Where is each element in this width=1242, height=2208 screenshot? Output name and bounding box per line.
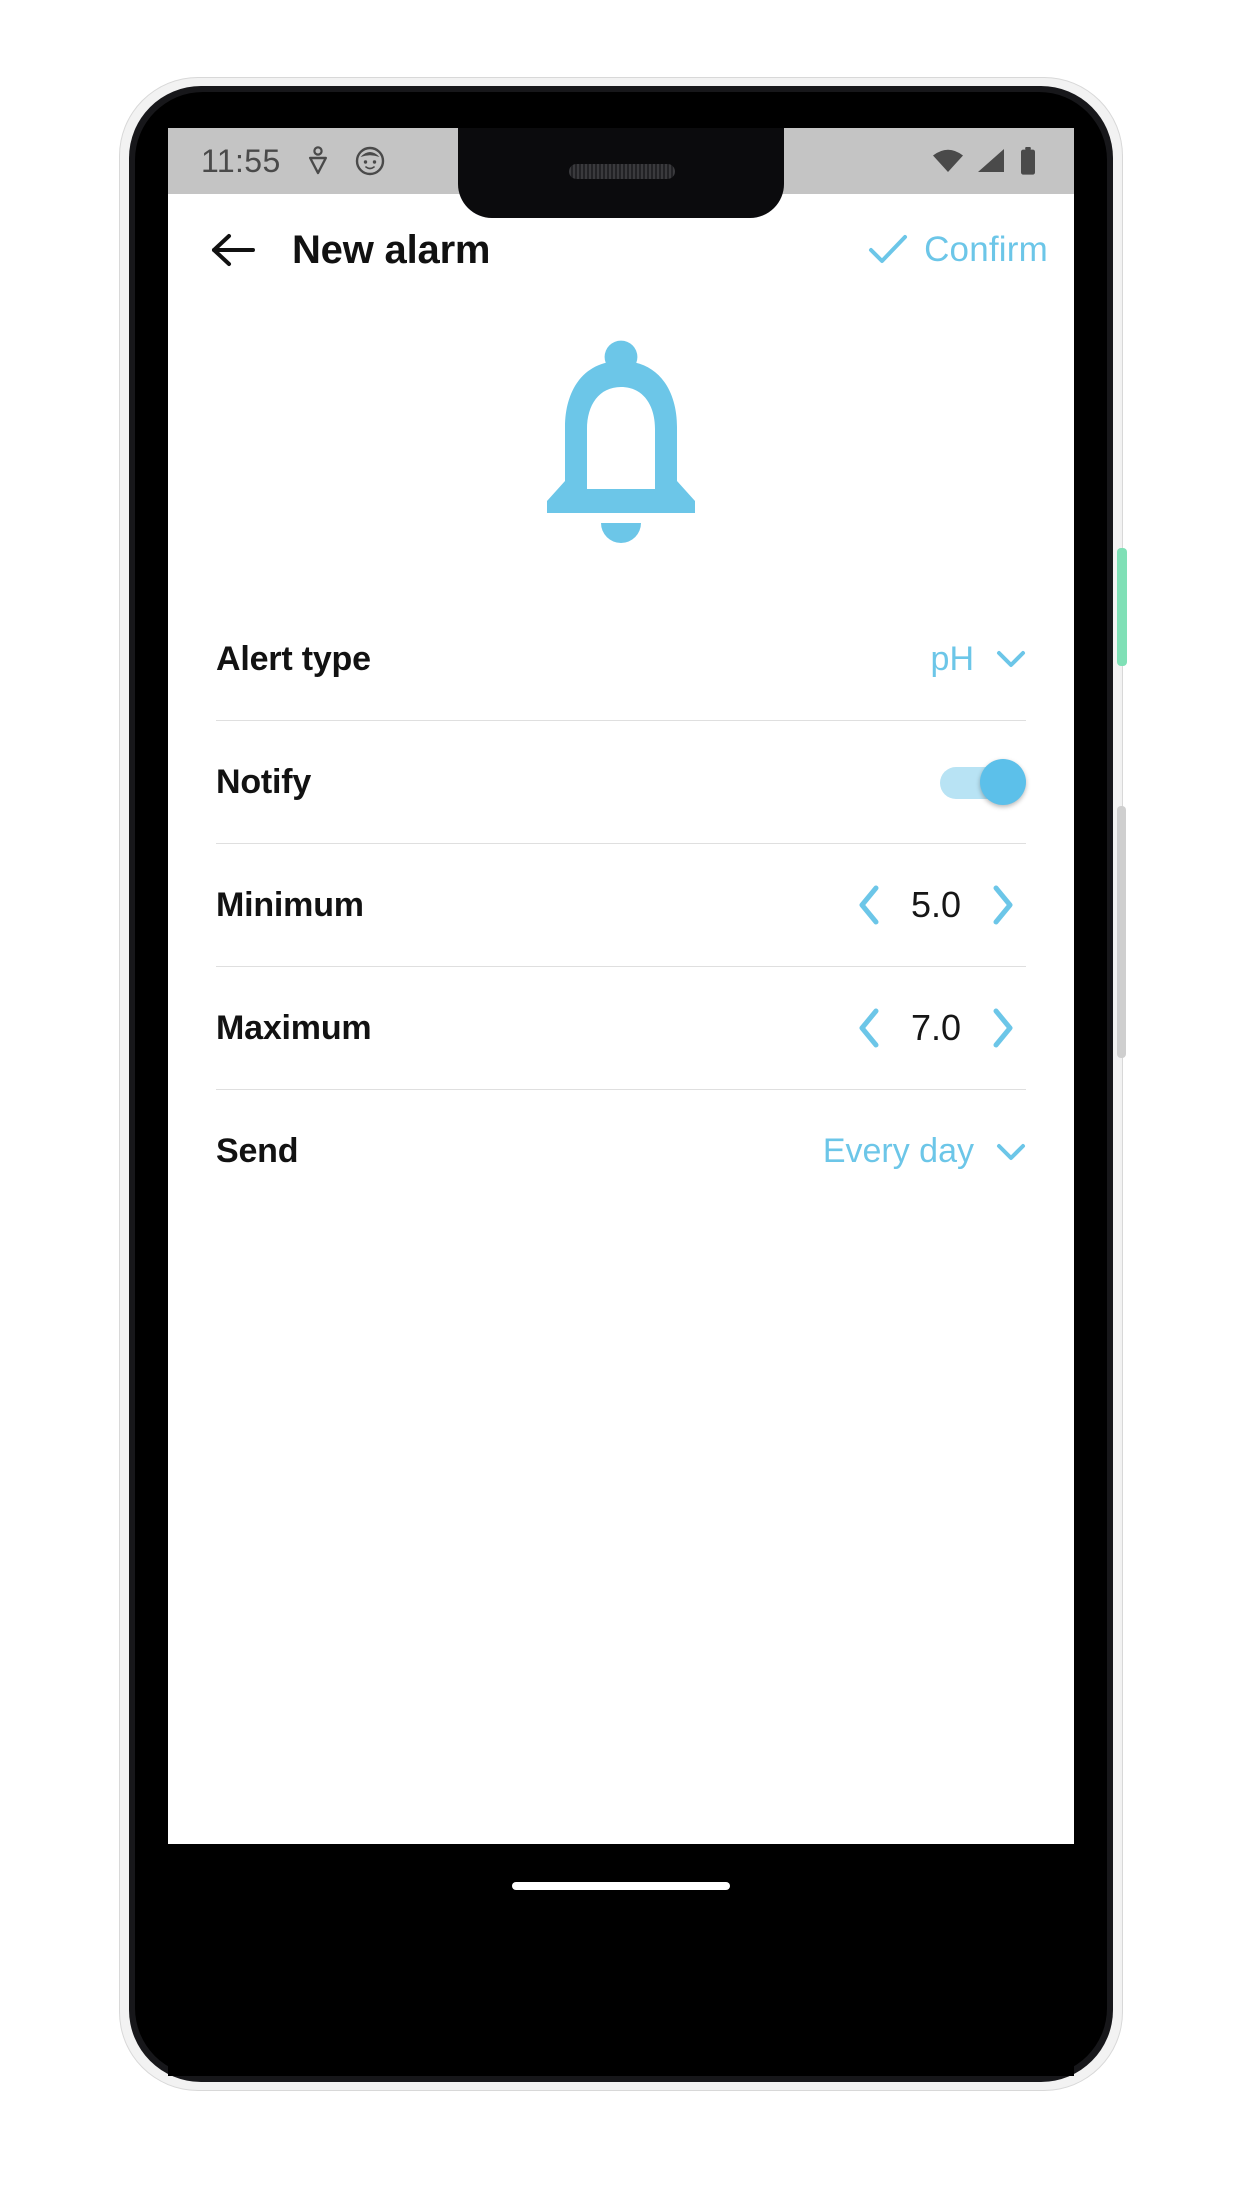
confirm-button-label: Confirm [924,230,1048,269]
maximum-increment-button[interactable] [980,1002,1026,1054]
row-send[interactable]: Send Every day [216,1090,1026,1213]
chevron-down-icon [997,651,1025,667]
row-alert-type[interactable]: Alert type pH [216,598,1026,721]
maximum-stepper[interactable]: 7.0 [846,1002,1026,1054]
maximum-value: 7.0 [910,1007,962,1048]
status-bar-right [932,147,1036,175]
chevron-down-icon [997,1143,1025,1160]
minimum-value: 5.0 [910,884,962,925]
minimum-stepper[interactable]: 5.0 [846,879,1026,931]
battery-icon [1021,147,1035,175]
alert-type-value: pH [930,639,974,678]
confirm-button[interactable]: Confirm [868,230,1048,270]
minimum-decrement-button[interactable] [846,879,892,931]
chevron-right-icon [993,1008,1013,1048]
row-notify-label: Notify [216,762,312,801]
send-dropdown[interactable]: Every day [823,1132,1026,1171]
row-minimum[interactable]: Minimum 5.0 [216,844,1026,967]
row-maximum-label: Maximum [216,1008,372,1047]
row-minimum-label: Minimum [216,885,364,924]
send-value: Every day [822,1132,974,1170]
location-pin-icon [308,146,327,175]
power-button[interactable] [1117,548,1127,666]
screenshot-root: 11:55 New alarm Confirm Alert type pH No… [0,0,1242,2208]
phone-screen: 11:55 New alarm Confirm Alert type pH No… [168,128,1074,1928]
notify-toggle[interactable] [940,759,1026,805]
row-send-label: Send [216,1132,299,1170]
settings-list: Alert type pH Notify Minimum 5.0 Maximum… [168,598,1074,1213]
page-title: New alarm [292,227,491,272]
cellular-signal-icon [978,149,1004,172]
toggle-thumb[interactable] [980,759,1026,805]
chevron-left-icon [859,885,879,925]
check-icon [869,235,908,263]
status-bar-left: 11:55 [201,143,385,180]
maximum-decrement-button[interactable] [846,1002,892,1054]
wifi-icon [933,149,963,172]
hero-illustration [168,318,1074,568]
row-maximum[interactable]: Maximum 7.0 [216,967,1026,1090]
row-notify[interactable]: Notify [216,721,1026,844]
row-alert-type-label: Alert type [216,639,371,678]
arrow-left-icon [212,234,255,266]
back-button[interactable] [206,222,262,278]
navigation-bar [168,1844,1074,1928]
chevron-right-icon [993,885,1013,925]
volume-button[interactable] [1117,806,1126,1058]
chevron-left-icon [859,1008,879,1048]
earpiece-speaker [569,164,675,179]
alert-type-dropdown[interactable]: pH [931,640,1026,679]
notify-toggle-wrap[interactable] [940,759,1026,805]
home-gesture-pill[interactable] [512,1882,730,1890]
face-avatar-icon [355,146,384,176]
phone-chin [168,1928,1074,2076]
bell-icon [547,340,695,543]
minimum-increment-button[interactable] [980,879,1026,931]
status-bar-clock: 11:55 [201,142,281,179]
